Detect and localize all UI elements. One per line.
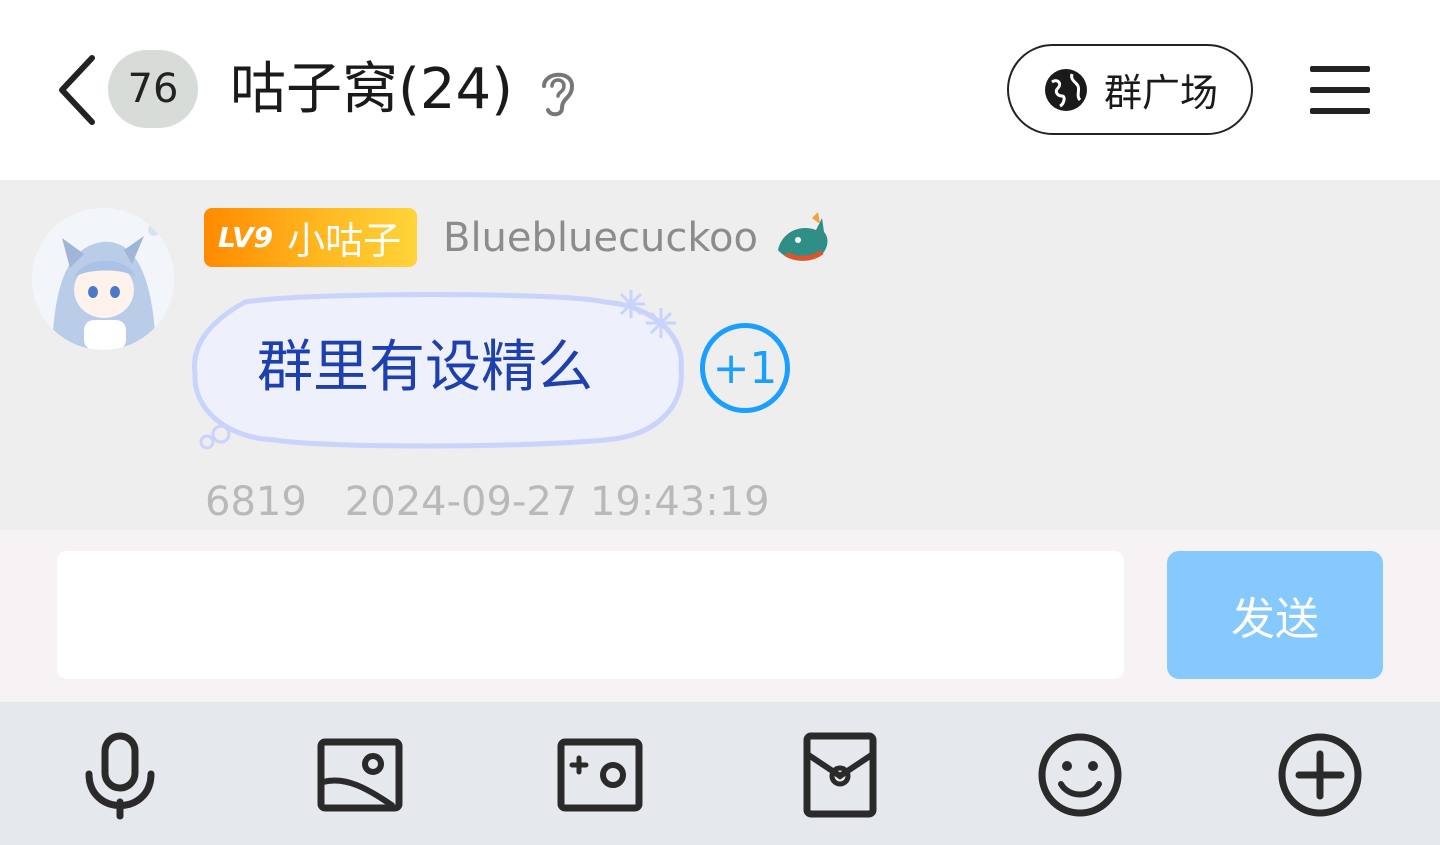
globe-icon <box>1044 68 1087 111</box>
group-title-tag: 小咕子 <box>287 219 402 263</box>
message-count: 6819 <box>205 479 307 525</box>
menu-icon[interactable] <box>1308 62 1372 118</box>
message-timestamp: 2024-09-27 19:43:19 <box>344 479 770 525</box>
dragon-icon <box>778 212 828 261</box>
back-arrow-icon[interactable] <box>52 52 100 128</box>
message-input[interactable] <box>57 551 1124 679</box>
message-meta: 6819 2024-09-27 19:43:19 <box>205 478 770 526</box>
group-square-label: 群广场 <box>1103 71 1218 115</box>
message-text: 群里有设精么 <box>257 335 593 400</box>
red-packet-icon[interactable] <box>795 730 885 820</box>
level-badge: LV9 <box>218 221 274 254</box>
group-square-button[interactable]: 群广场 <box>1007 44 1253 135</box>
microphone-icon[interactable] <box>75 730 165 820</box>
plus-circle-icon[interactable] <box>1275 730 1365 820</box>
emoji-icon[interactable] <box>1035 730 1125 820</box>
unread-count-badge[interactable]: 76 <box>108 50 198 128</box>
image-icon[interactable] <box>315 730 405 820</box>
sender-username[interactable]: Bluebluecuckoo <box>443 212 758 264</box>
camera-icon[interactable] <box>555 730 645 820</box>
level-title-badge: LV9 小咕子 <box>204 208 418 267</box>
avatar[interactable] <box>32 208 174 350</box>
chat-title: 咕子窝(24) <box>230 57 513 122</box>
send-button[interactable]: 发送 <box>1167 551 1383 679</box>
chat-header: 76 咕子窝(24) 群广场 <box>0 0 1440 180</box>
ear-icon <box>542 72 575 117</box>
input-toolbar <box>0 702 1440 845</box>
plus-one-button[interactable]: +1 <box>700 323 790 413</box>
